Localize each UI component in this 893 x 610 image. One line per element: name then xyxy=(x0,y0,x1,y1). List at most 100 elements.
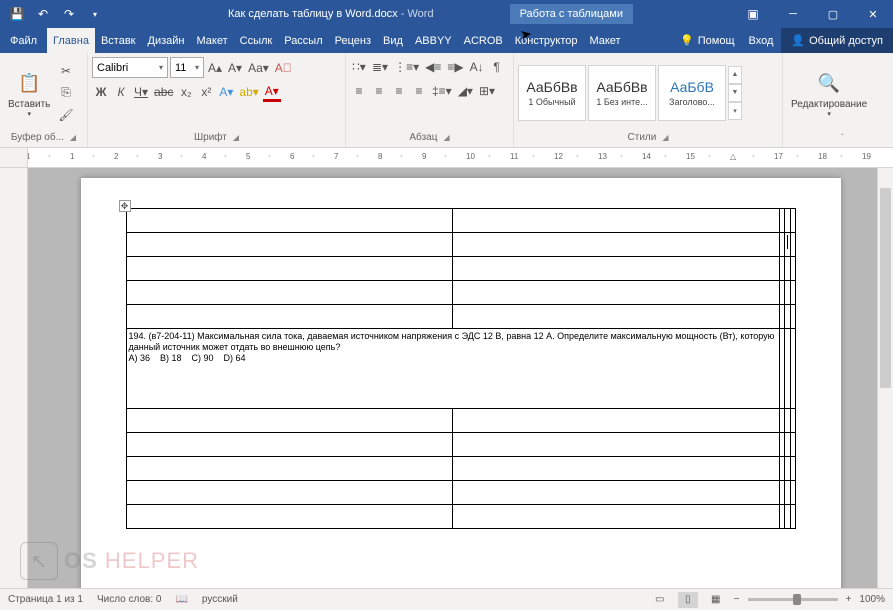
collapse-ribbon-icon[interactable]: ˇ xyxy=(841,133,844,142)
window-title: Как сделать таблицу в Word.docx - Word xyxy=(112,8,510,20)
undo-icon[interactable]: ↶ xyxy=(32,3,54,25)
tab-insert[interactable]: Вставк xyxy=(95,28,142,53)
font-dialog-launcher[interactable]: ◢ xyxy=(233,133,239,142)
tab-references[interactable]: Ссылк xyxy=(234,28,279,53)
document-area: ✥ 194. (в7-204-11) Максимальная сила ток… xyxy=(0,168,893,588)
tab-abbyy[interactable]: ABBYY xyxy=(409,28,458,53)
tab-mailings[interactable]: Рассыл xyxy=(278,28,328,53)
justify-icon[interactable]: ≡ xyxy=(410,81,428,101)
table-move-handle[interactable]: ✥ xyxy=(119,200,131,212)
zoom-in-button[interactable]: + xyxy=(846,594,852,605)
language-status[interactable]: русский xyxy=(202,594,238,605)
print-layout-icon[interactable]: ▯ xyxy=(678,592,698,608)
align-center-icon[interactable]: ≡ xyxy=(370,81,388,101)
page[interactable]: ✥ 194. (в7-204-11) Максимальная сила ток… xyxy=(81,178,841,588)
question-cell[interactable]: 194. (в7-204-11) Максимальная сила тока,… xyxy=(126,329,779,409)
word-count[interactable]: Число слов: 0 xyxy=(97,594,161,605)
table-tools-context-tab[interactable]: Работа с таблицами xyxy=(510,4,633,24)
numbering-icon[interactable]: ≣▾ xyxy=(370,57,390,77)
redo-icon[interactable]: ↷ xyxy=(58,3,80,25)
shading-icon[interactable]: ◢▾ xyxy=(456,81,475,101)
horizontal-ruler[interactable]: 1⋅1⋅2⋅3⋅4⋅5⋅6⋅7⋅8⋅9⋅10⋅11⋅12⋅13⋅14⋅15⋅△⋅… xyxy=(0,148,893,168)
cut-icon[interactable]: ✂ xyxy=(56,61,75,81)
ribbon-display-icon[interactable]: ▣ xyxy=(733,7,773,21)
web-layout-icon[interactable]: ▦ xyxy=(706,592,726,608)
superscript-button[interactable]: x² xyxy=(197,82,215,102)
italic-button[interactable]: К xyxy=(112,82,130,102)
clear-format-icon[interactable]: A⃠ xyxy=(273,58,294,78)
sort-icon[interactable]: A↓ xyxy=(468,57,486,77)
save-icon[interactable]: 💾 xyxy=(6,3,28,25)
zoom-slider[interactable] xyxy=(748,598,838,601)
tab-file[interactable]: Файл xyxy=(0,28,47,53)
zoom-level[interactable]: 100% xyxy=(859,594,885,605)
document-table[interactable]: 194. (в7-204-11) Максимальная сила тока,… xyxy=(126,208,796,529)
maximize-button[interactable]: ▢ xyxy=(813,0,853,28)
style-heading[interactable]: АаБбВ Заголово... xyxy=(658,65,726,121)
zoom-out-button[interactable]: − xyxy=(734,594,740,605)
document-name: Как сделать таблицу в Word.docx xyxy=(228,8,398,20)
styles-up-icon[interactable]: ▲ xyxy=(728,66,742,84)
align-left-icon[interactable]: ≡ xyxy=(350,81,368,101)
tab-table-layout[interactable]: Макет xyxy=(583,28,626,53)
strike-button[interactable]: abc xyxy=(152,82,175,102)
font-name-combo[interactable]: Calibri▾ xyxy=(92,57,168,78)
show-marks-icon[interactable]: ¶ xyxy=(488,57,506,77)
grow-font-icon[interactable]: A▴ xyxy=(206,58,224,78)
styles-expand-icon[interactable]: ▾ xyxy=(728,102,742,120)
lightbulb-icon: 💡 xyxy=(680,34,694,47)
font-color-icon[interactable]: A▾ xyxy=(263,82,281,102)
underline-button[interactable]: Ч▾ xyxy=(132,82,150,102)
signin-link[interactable]: Вход xyxy=(741,28,782,53)
increase-indent-icon[interactable]: ≡▶ xyxy=(445,57,465,77)
scrollbar-thumb[interactable] xyxy=(880,188,891,388)
bullets-icon[interactable]: ∷▾ xyxy=(350,57,368,77)
copy-icon[interactable]: ⎘ xyxy=(56,83,75,103)
tab-review[interactable]: Реценз xyxy=(329,28,377,53)
paragraph-dialog-launcher[interactable]: ◢ xyxy=(443,133,449,142)
line-spacing-icon[interactable]: ‡≡▾ xyxy=(430,81,454,101)
style-no-spacing[interactable]: АаБбВв 1 Без инте... xyxy=(588,65,656,121)
tab-view[interactable]: Вид xyxy=(377,28,409,53)
tab-acrobat[interactable]: ACROB xyxy=(458,28,509,53)
proofing-icon[interactable]: 📖 xyxy=(175,594,187,605)
multilevel-icon[interactable]: ⋮≡▾ xyxy=(392,57,421,77)
styles-scroll: ▲ ▼ ▾ xyxy=(728,66,742,120)
highlight-icon[interactable]: ab▾ xyxy=(237,82,260,102)
share-button[interactable]: 👤Общий доступ xyxy=(781,28,893,53)
clipboard-dialog-launcher[interactable]: ◢ xyxy=(70,133,76,142)
tab-design[interactable]: Дизайн xyxy=(142,28,191,53)
bold-button[interactable]: Ж xyxy=(92,82,110,102)
font-size-combo[interactable]: 11▾ xyxy=(170,57,204,78)
format-painter-icon[interactable]: 🖌 xyxy=(56,105,75,125)
vertical-ruler[interactable] xyxy=(0,168,28,588)
font-group-label: Шрифт xyxy=(194,132,227,143)
read-mode-icon[interactable]: ▭ xyxy=(650,592,670,608)
styles-dialog-launcher[interactable]: ◢ xyxy=(662,133,668,142)
paste-button[interactable]: 📋 Вставить ▾ xyxy=(4,55,54,130)
vertical-scrollbar[interactable] xyxy=(877,168,893,588)
page-count[interactable]: Страница 1 из 1 xyxy=(8,594,83,605)
editing-label: Редактирование xyxy=(791,99,867,110)
decrease-indent-icon[interactable]: ◀≡ xyxy=(423,57,443,77)
subscript-button[interactable]: x₂ xyxy=(177,82,195,102)
tab-layout[interactable]: Макет xyxy=(190,28,233,53)
shrink-font-icon[interactable]: A▾ xyxy=(226,58,244,78)
tell-me-box[interactable]: 💡Помощ xyxy=(674,28,740,53)
document-canvas[interactable]: ✥ 194. (в7-204-11) Максимальная сила ток… xyxy=(28,168,893,588)
tab-table-constructor[interactable]: Конструктор xyxy=(509,28,584,53)
minimize-button[interactable]: ─ xyxy=(773,0,813,28)
borders-icon[interactable]: ⊞▾ xyxy=(477,81,497,101)
align-right-icon[interactable]: ≡ xyxy=(390,81,408,101)
paragraph-group-label: Абзац xyxy=(409,132,437,143)
change-case-icon[interactable]: Aa▾ xyxy=(246,58,271,78)
qat-customize-icon[interactable]: ▾ xyxy=(84,3,106,25)
style-normal[interactable]: АаБбВв 1 Обычный xyxy=(518,65,586,121)
tab-home[interactable]: Главна xyxy=(47,28,95,53)
styles-group-label: Стили xyxy=(628,132,657,143)
styles-down-icon[interactable]: ▼ xyxy=(728,84,742,102)
close-button[interactable]: ✕ xyxy=(853,0,893,28)
text-effects-icon[interactable]: A▾ xyxy=(217,82,235,102)
editing-dropdown[interactable]: 🔍 Редактирование ▾ xyxy=(787,55,871,130)
paste-label: Вставить xyxy=(8,99,50,110)
